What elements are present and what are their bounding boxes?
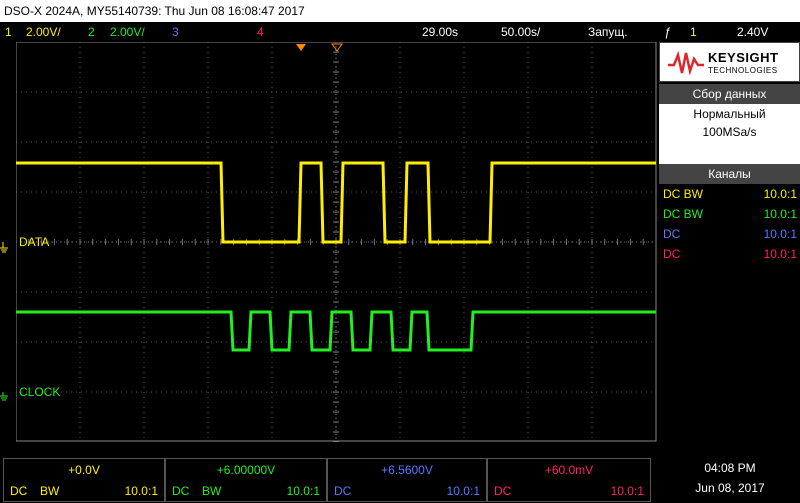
window-title: DSO-X 2024A, MY55140739: Thu Jun 08 16:0… — [4, 4, 305, 18]
status-bar: 1 2.00V/ 2 2.00V/ 3 4 29.00s 50.00s/ Зап… — [0, 22, 800, 42]
ch2-probe: 10.0:1 — [763, 207, 797, 221]
run-state[interactable]: Запущ. — [588, 22, 628, 42]
ch1-scale[interactable]: 2.00V/ — [26, 22, 61, 42]
ch2-number[interactable]: 2 — [88, 22, 95, 42]
ch2-probe-bottom: 10.0:1 — [286, 484, 320, 498]
clock: 04:08 PM Jun 08, 2017 — [660, 458, 800, 502]
ch2-offset: +6.00000V — [216, 463, 276, 477]
ch2-ground-icon — [0, 392, 8, 401]
trigger-level[interactable]: 2.40V — [737, 22, 768, 42]
ch3-number[interactable]: 3 — [172, 22, 179, 42]
ch3-coupling-bottom: DC — [334, 484, 352, 498]
sample-rate: 100MSa/s — [702, 125, 757, 139]
waveform-display[interactable]: T 1 DATA 2 CLOCK — [0, 41, 657, 443]
time-delay[interactable]: 29.00s — [422, 22, 458, 42]
channel-row-3[interactable]: DC 10.0:1 — [663, 224, 797, 244]
channel-row-2[interactable]: DC BW 10.0:1 — [663, 204, 797, 224]
channels-list: DC BW 10.0:1 DC BW 10.0:1 DC 10.0:1 DC 1… — [659, 184, 800, 268]
ch4-probe-bottom: 10.0:1 — [610, 484, 644, 498]
acquisition-mode: Нормальный — [693, 107, 766, 121]
ch3-offset-box[interactable]: +6.5600V DC 10.0:1 — [327, 458, 487, 502]
brand-subtitle: TECHNOLOGIES — [708, 66, 778, 75]
ch4-coupling: DC — [663, 247, 681, 261]
acquisition-info[interactable]: Нормальный 100MSa/s — [659, 104, 800, 164]
ch1-offset: +0.0V — [68, 463, 100, 477]
ch2-coupling-bottom: DC — [172, 484, 190, 498]
ch4-offset: +60.0mV — [544, 463, 594, 477]
time-scale[interactable]: 50.00s/ — [501, 22, 540, 42]
ch4-probe: 10.0:1 — [763, 247, 797, 261]
channel-row-4[interactable]: DC 10.0:1 — [663, 244, 797, 264]
ch1-offset-box[interactable]: +0.0V DC BW 10.0:1 — [3, 458, 165, 502]
ch2-scale[interactable]: 2.00V/ — [110, 22, 145, 42]
ch2-bw-bottom: BW — [202, 484, 222, 498]
ch3-probe-bottom: 10.0:1 — [446, 484, 480, 498]
clock-time: 04:08 PM — [704, 461, 756, 475]
ch2-label: CLOCK — [19, 385, 60, 399]
channels-header[interactable]: Каналы — [659, 164, 800, 184]
channel-row-1[interactable]: DC BW 10.0:1 — [663, 184, 797, 204]
acquisition-header[interactable]: Сбор данных — [659, 84, 800, 104]
ch2-coupling: DC BW — [663, 207, 703, 221]
ch3-probe: 10.0:1 — [763, 227, 797, 241]
ch1-coupling: DC BW — [663, 187, 703, 201]
ch4-offset-box[interactable]: +60.0mV DC 10.0:1 — [487, 458, 651, 502]
side-panel: KEYSIGHT TECHNOLOGIES Сбор данных Нормал… — [659, 42, 800, 442]
trigger-source[interactable]: 1 — [690, 22, 697, 42]
ch1-label: DATA — [19, 235, 49, 249]
window-titlebar: DSO-X 2024A, MY55140739: Thu Jun 08 16:0… — [0, 0, 800, 22]
ch3-coupling: DC — [663, 227, 681, 241]
keysight-wave-icon — [668, 51, 704, 75]
ch4-coupling-bottom: DC — [494, 484, 512, 498]
ch1-ground-icon — [0, 242, 8, 253]
ground-markers — [0, 242, 8, 401]
brand-name: KEYSIGHT — [708, 50, 779, 65]
ch1-probe-bottom: 10.0:1 — [124, 484, 158, 498]
ch4-number[interactable]: 4 — [257, 22, 264, 42]
ch1-probe: 10.0:1 — [763, 187, 797, 201]
keysight-logo: KEYSIGHT TECHNOLOGIES — [659, 42, 800, 82]
ch1-coupling-bottom: DC — [10, 484, 28, 498]
trigger-edge-icon[interactable]: ƒ — [664, 22, 671, 42]
bottom-bar: +0.0V DC BW 10.0:1 +6.00000V DC BW 10.0:… — [0, 458, 800, 503]
ch1-bw-bottom: BW — [40, 484, 60, 498]
ch2-offset-box[interactable]: +6.00000V DC BW 10.0:1 — [165, 458, 327, 502]
clock-date: Jun 08, 2017 — [695, 481, 765, 495]
ch3-offset: +6.5600V — [381, 463, 433, 477]
ch1-number[interactable]: 1 — [5, 22, 12, 42]
waveform-svg: T 1 DATA 2 CLOCK — [0, 41, 657, 443]
